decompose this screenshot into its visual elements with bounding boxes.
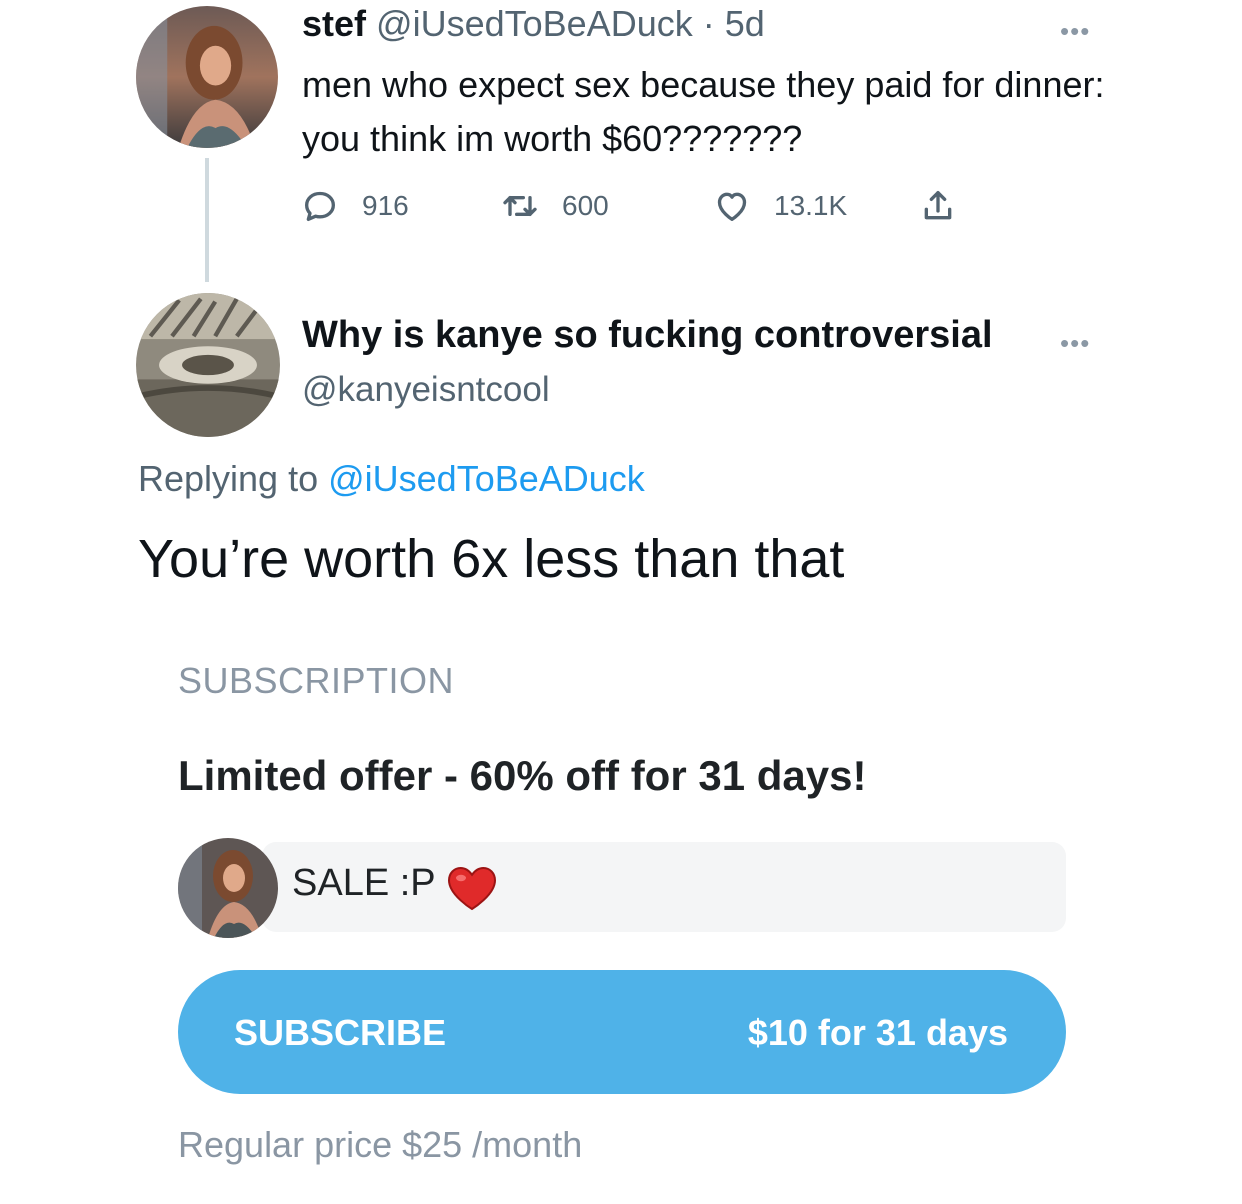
subscribe-button-label: SUBSCRIBE <box>234 1012 447 1053</box>
tweet1-text: men who expect sex because they paid for… <box>302 64 1105 159</box>
stef-avatar[interactable] <box>136 6 278 148</box>
tweet1-author-handle[interactable]: @iUsedToBeADuck <box>376 3 693 44</box>
subscribe-button[interactable]: SUBSCRIBE $10 for 31 days <box>178 970 1066 1094</box>
tweet1-more-icon[interactable]: ••• <box>1060 18 1090 44</box>
promo-message-text: SALE :P <box>292 862 436 904</box>
replying-to-mention[interactable]: @iUsedToBeADuck <box>328 458 645 499</box>
reply-count: 916 <box>362 190 409 221</box>
kanye-avatar[interactable] <box>136 293 280 437</box>
tweet1-timestamp[interactable]: · 5d <box>703 3 765 44</box>
heart-icon <box>717 192 747 221</box>
creator-avatar[interactable] <box>178 838 278 938</box>
like-button[interactable]: 13.1K <box>712 182 847 230</box>
reply-button[interactable]: 916 <box>300 182 409 230</box>
tweet2-author-name[interactable]: Why is kanye so fucking controversial <box>302 314 993 357</box>
retweet-count: 600 <box>562 190 609 221</box>
limited-offer-text: Limited offer - 60% off for 31 days! <box>178 752 867 799</box>
thread-connector <box>205 158 209 282</box>
replying-to-label: Replying to <box>138 458 329 499</box>
share-button[interactable] <box>918 182 958 230</box>
tweet2-text: You’re worth 6x less than that <box>138 529 845 589</box>
tweet1-author-name[interactable]: stef <box>302 3 366 44</box>
regular-price-text: Regular price $25 /month <box>178 1124 583 1165</box>
replying-to-line: Replying to @iUsedToBeADuck <box>138 458 645 500</box>
subscription-section-label: SUBSCRIPTION <box>178 660 455 701</box>
tweet1-header: stef @iUsedToBeADuck · 5d <box>302 3 765 45</box>
retweet-icon <box>503 196 537 216</box>
subscribe-button-price: $10 for 31 days <box>747 1012 1008 1053</box>
tweet2-more-icon[interactable]: ••• <box>1060 330 1090 356</box>
like-count: 13.1K <box>774 190 848 221</box>
share-icon <box>924 191 952 220</box>
red-heart-emoji <box>447 866 497 911</box>
retweet-button[interactable]: 600 <box>500 182 609 230</box>
tweet2-author-handle[interactable]: @kanyeisntcool <box>302 370 550 410</box>
reply-icon <box>305 191 335 221</box>
